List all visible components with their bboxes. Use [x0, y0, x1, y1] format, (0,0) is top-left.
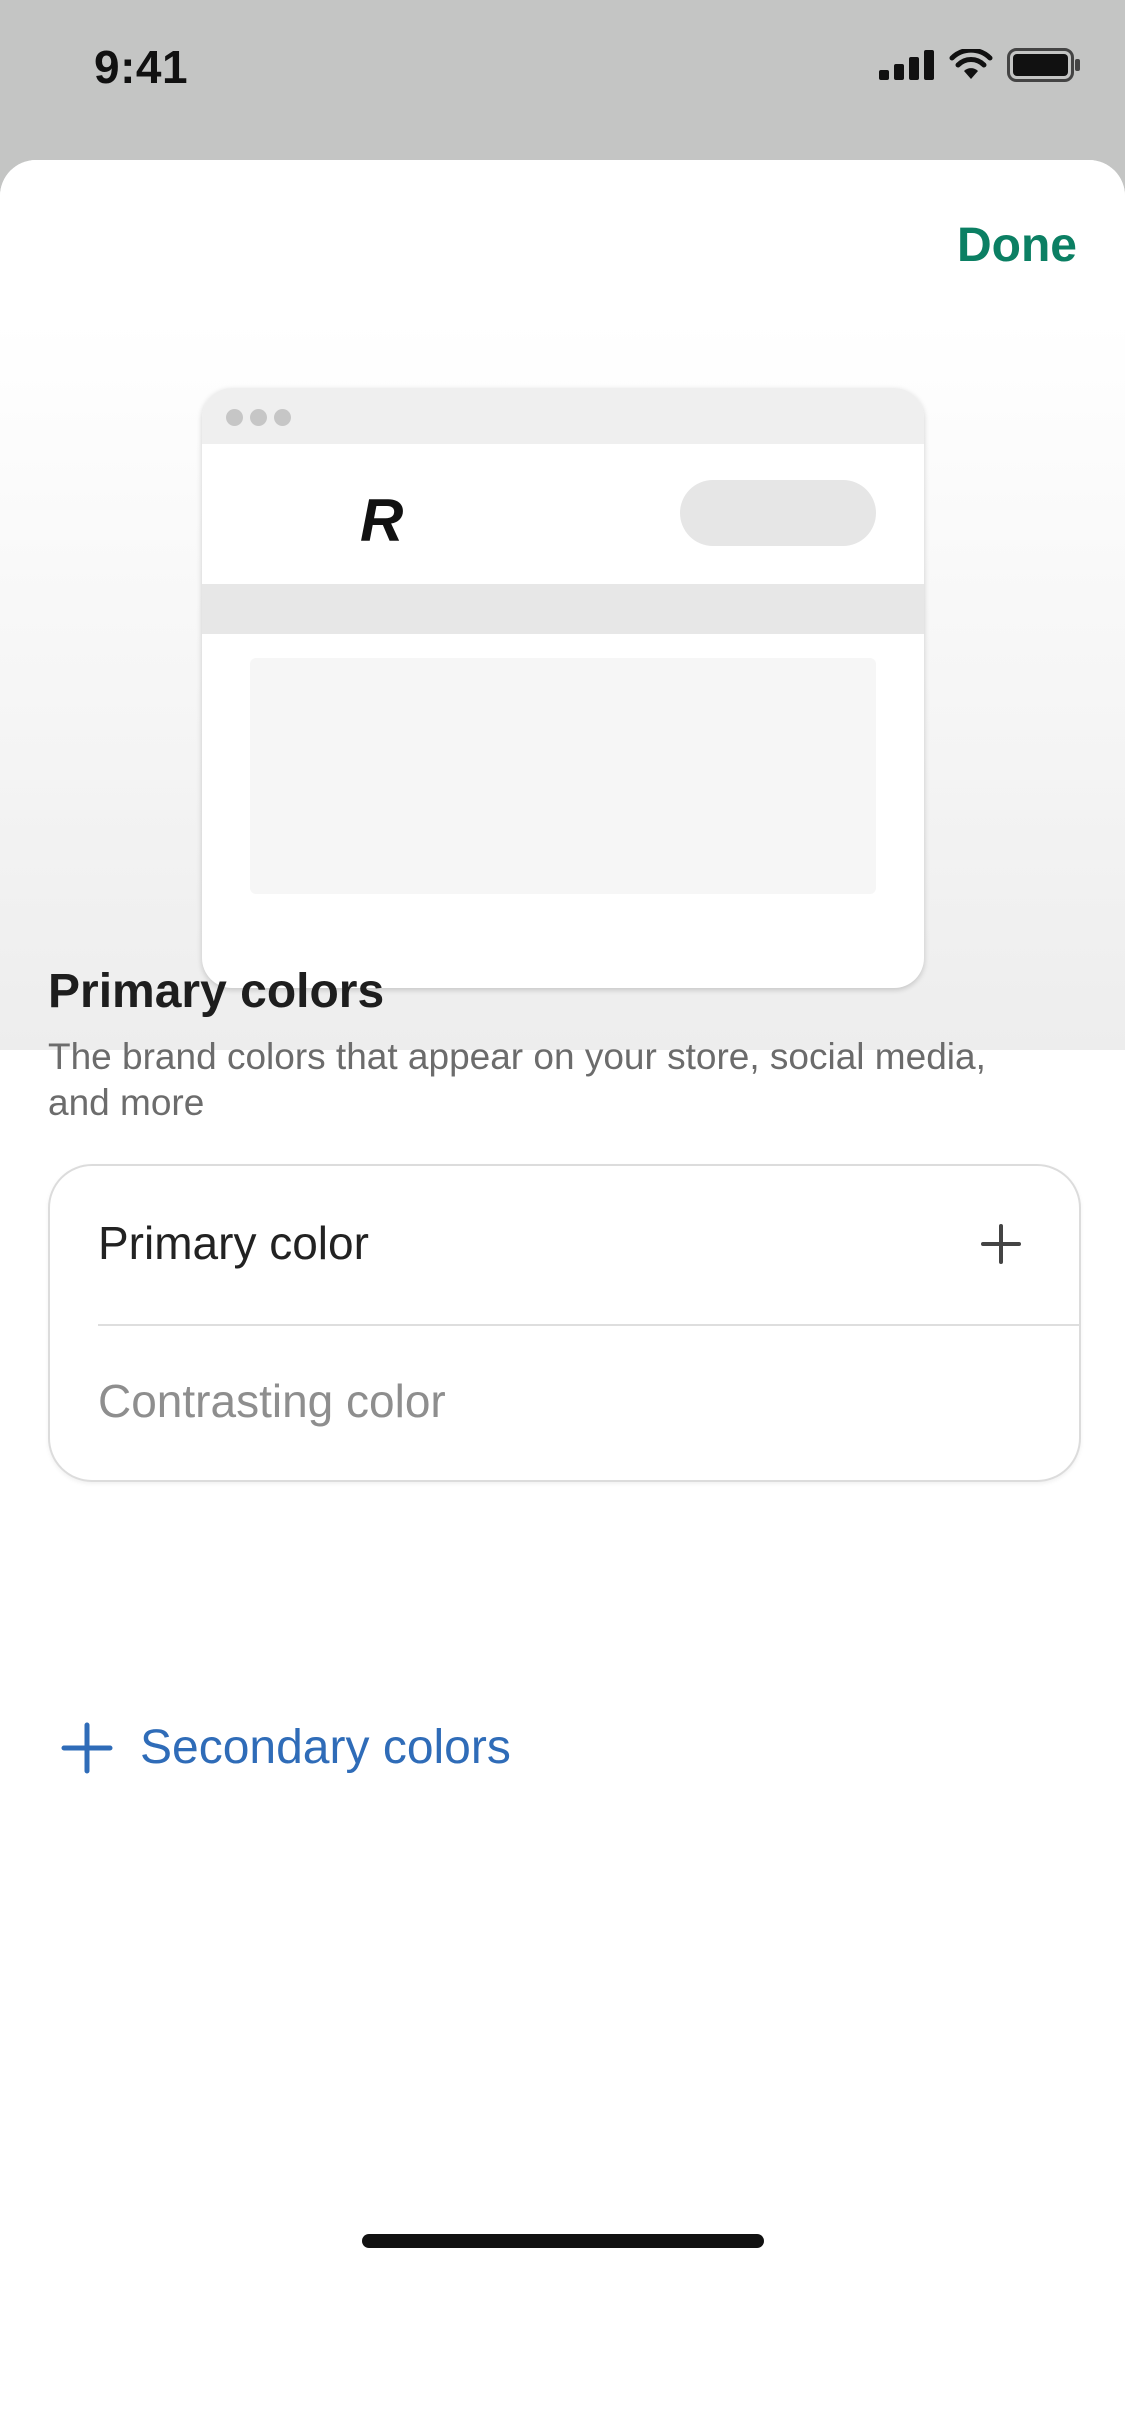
status-time: 9:41 [94, 41, 189, 93]
store-logo: R [360, 487, 404, 554]
preview-content-block [250, 658, 876, 894]
primary-color-row[interactable]: Primary color [50, 1166, 1079, 1322]
cellular-signal-icon [879, 50, 934, 80]
home-indicator [362, 2234, 764, 2248]
preview-button-placeholder [680, 480, 876, 546]
section-description: The brand colors that appear on your sto… [48, 1036, 986, 1123]
preview-nav-band [202, 584, 924, 634]
primary-colors-card: Primary color Contrasting color [48, 1164, 1081, 1482]
browser-title-bar [202, 388, 924, 444]
store-preview-area: Done R [0, 160, 1125, 1050]
plus-icon [61, 1722, 113, 1773]
window-dot [274, 409, 291, 426]
window-dot [250, 409, 267, 426]
status-bar: 9:41 [0, 0, 1125, 160]
done-button[interactable]: Done [957, 218, 1077, 273]
browser-preview-mockup: R [202, 388, 924, 988]
window-dot [226, 409, 243, 426]
wifi-icon [949, 49, 993, 79]
status-icons [879, 48, 1081, 82]
contrasting-color-label: Contrasting color [98, 1375, 446, 1427]
plus-icon[interactable] [979, 1222, 1023, 1266]
section-title: Primary colors [48, 965, 385, 1018]
contrasting-color-row[interactable]: Contrasting color [50, 1324, 1079, 1480]
secondary-colors-label: Secondary colors [140, 1721, 511, 1774]
battery-icon [1007, 48, 1080, 82]
primary-color-label: Primary color [98, 1217, 369, 1269]
add-secondary-colors-button[interactable]: Secondary colors [60, 1720, 511, 1775]
